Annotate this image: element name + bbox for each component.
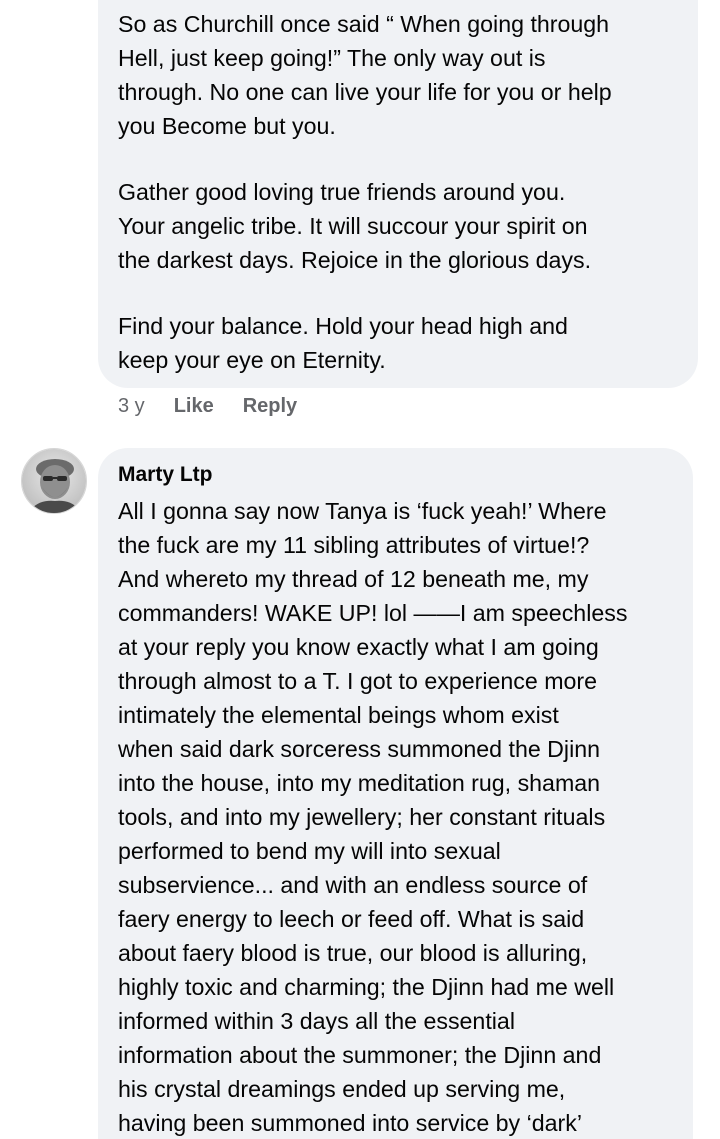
comment-line: having been summoned into service by ‘da… bbox=[118, 1110, 582, 1136]
comment-line: faery energy to leech or feed off. What … bbox=[118, 906, 585, 932]
avatar[interactable] bbox=[21, 448, 87, 514]
comment-line: keep your eye on Eternity. bbox=[118, 347, 386, 373]
reply-button[interactable]: Reply bbox=[243, 395, 297, 418]
comment-line: into the house, into my meditation rug, … bbox=[118, 770, 601, 796]
comment-bubble: So as Churchill once said “ When going t… bbox=[98, 0, 698, 388]
comment-line: So as Churchill once said “ When going t… bbox=[118, 11, 610, 37]
comment-line: informed within 3 days all the essential bbox=[118, 1008, 515, 1034]
comment-paragraph: Gather good loving true friends around y… bbox=[118, 175, 678, 277]
comment-line: his crystal dreamings ended up serving m… bbox=[118, 1076, 566, 1102]
comment-line: when said dark sorceress summoned the Dj… bbox=[118, 736, 601, 762]
comment-actions: 3 y Like Reply bbox=[118, 395, 326, 418]
like-button[interactable]: Like bbox=[174, 395, 214, 418]
comment-line: Hell, just keep going!” The only way out… bbox=[118, 45, 546, 71]
comment-line: the fuck are my 11 sibling attributes of… bbox=[118, 532, 590, 558]
comment-paragraph: Find your balance. Hold your head high a… bbox=[118, 309, 678, 377]
comment-line: highly toxic and charming; the Djinn had… bbox=[118, 974, 615, 1000]
comment-line: tools, and into my jewellery; her consta… bbox=[118, 804, 606, 830]
comment-line: commanders! WAKE UP! lol ——I am speechle… bbox=[118, 600, 628, 626]
comment-line: at your reply you know exactly what I am… bbox=[118, 634, 599, 660]
comment-line: intimately the elemental beings whom exi… bbox=[118, 702, 559, 728]
user-avatar-icon bbox=[22, 449, 86, 513]
comment-paragraph: So as Churchill once said “ When going t… bbox=[118, 7, 678, 143]
comment-line: subservience... and with an endless sour… bbox=[118, 872, 588, 898]
comment-bubble: Marty Ltp All I gonna say now Tanya is ‘… bbox=[98, 448, 693, 1139]
comment-body: All I gonna say now Tanya is ‘fuck yeah!… bbox=[118, 494, 673, 1139]
comment-line: All I gonna say now Tanya is ‘fuck yeah!… bbox=[118, 498, 607, 524]
comment-line: Your angelic tribe. It will succour your… bbox=[118, 213, 588, 239]
comment-author-name[interactable]: Marty Ltp bbox=[118, 462, 673, 488]
comment-line: about faery blood is true, our blood is … bbox=[118, 940, 588, 966]
comments-thread: So as Churchill once said “ When going t… bbox=[0, 0, 720, 1139]
comment-line: through. No one can live your life for y… bbox=[118, 79, 612, 105]
comment-timestamp[interactable]: 3 y bbox=[118, 395, 145, 418]
comment-line: you Become but you. bbox=[118, 113, 336, 139]
comment-line: Gather good loving true friends around y… bbox=[118, 179, 566, 205]
comment-line: information about the summoner; the Djin… bbox=[118, 1042, 602, 1068]
comment-line: And whereto my thread of 12 beneath me, … bbox=[118, 566, 589, 592]
comment-line: the darkest days. Rejoice in the gloriou… bbox=[118, 247, 592, 273]
comment-line: through almost to a T. I got to experien… bbox=[118, 668, 598, 694]
comment-line: performed to bend my will into sexual bbox=[118, 838, 501, 864]
comment-line: Find your balance. Hold your head high a… bbox=[118, 313, 568, 339]
